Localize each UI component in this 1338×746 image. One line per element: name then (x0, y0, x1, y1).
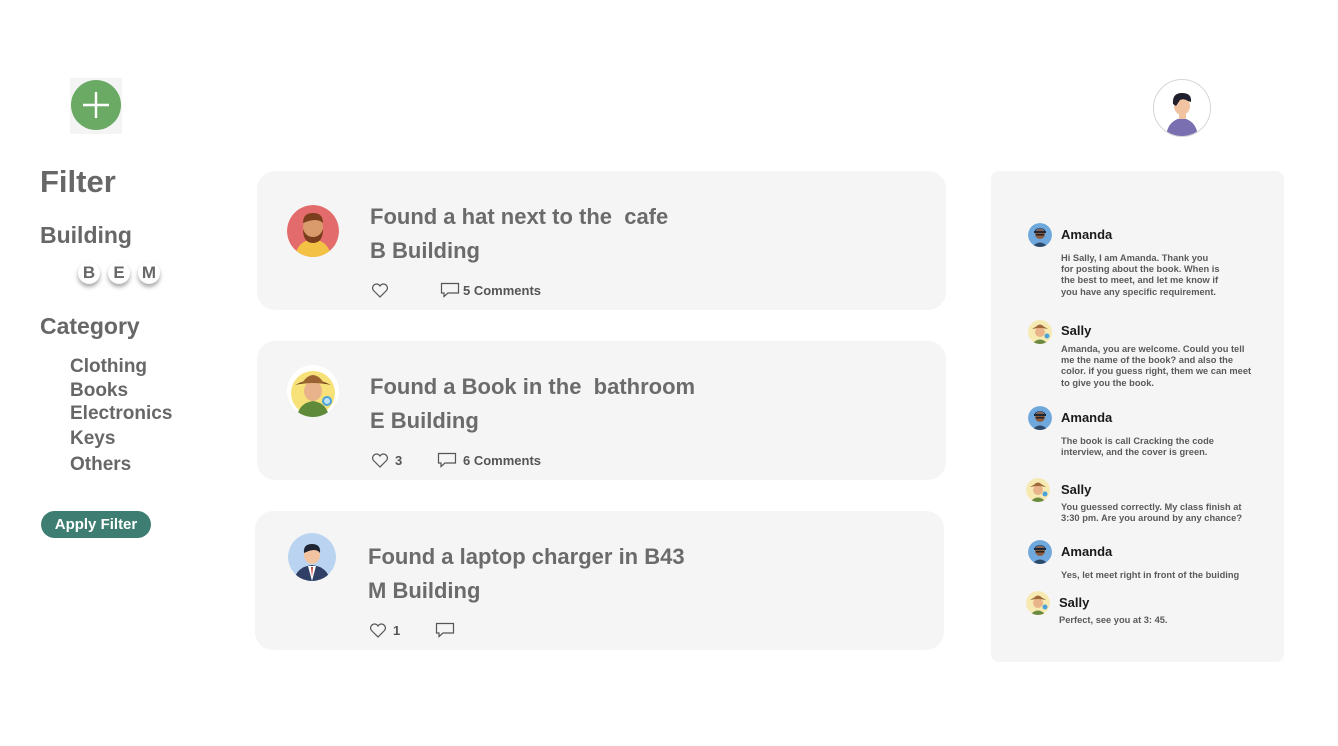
building-chip-m[interactable]: M (138, 262, 160, 284)
building-chip-b[interactable]: B (78, 262, 100, 284)
man-beard-avatar-icon (287, 205, 339, 257)
post-building: E Building (370, 408, 479, 433)
message-sender: Sally (1061, 482, 1092, 497)
sally-avatar-icon (1026, 591, 1050, 615)
post-title[interactable]: Found a hat next to the cafe (370, 204, 668, 230)
sally-avatar-icon (1028, 320, 1052, 344)
comment-count: 5 Comments (463, 282, 542, 298)
man-suit-avatar-icon (288, 533, 336, 581)
apply-filter-button[interactable]: Apply Filter (41, 511, 151, 538)
comments-button[interactable]: 6 Comments (437, 451, 541, 469)
comment-icon (437, 452, 457, 468)
comment-icon (435, 622, 455, 638)
filter-title: Filter (40, 164, 116, 199)
category-item-books[interactable]: Books (70, 380, 128, 402)
message-sender: Amanda (1061, 544, 1113, 559)
message-text: Perfect, see you at 3: 45. (1059, 615, 1168, 625)
message-text: Amanda, you are welcome. Could you tell … (1061, 344, 1252, 388)
category-section-title: Category (40, 313, 140, 339)
heart-icon (372, 452, 388, 468)
building-section-title: Building (40, 222, 132, 248)
comments-button[interactable] (435, 621, 458, 639)
message-sender: Amanda (1061, 227, 1113, 242)
category-item-others[interactable]: Others (70, 454, 131, 476)
post-card[interactable]: Found a Book in the bathroom E Building … (257, 341, 946, 480)
add-post-button[interactable] (71, 80, 121, 130)
category-item-electronics[interactable]: Electronics (70, 403, 172, 425)
message-sender: Sally (1061, 323, 1092, 338)
message-sender: Sally (1059, 595, 1090, 610)
like-count: 1 (393, 622, 401, 638)
chat-panel: Amanda Hi Sally, I am Amanda. Thank you … (991, 171, 1284, 662)
post-title[interactable]: Found a laptop charger in B43 (368, 544, 685, 570)
amanda-avatar-icon (1028, 540, 1052, 564)
amanda-avatar-icon (1028, 223, 1052, 247)
comments-button[interactable]: 5 Comments (440, 281, 541, 299)
post-building: M Building (368, 578, 481, 603)
comment-count: 6 Comments (463, 452, 542, 468)
sally-avatar-icon (1026, 478, 1050, 502)
message-sender: Amanda (1061, 410, 1113, 425)
category-item-clothing[interactable]: Clothing (70, 356, 147, 378)
post-building: B Building (370, 238, 480, 263)
message-text: You guessed correctly. My class finish a… (1061, 502, 1242, 524)
post-card[interactable]: Found a laptop charger in B43 M Building… (255, 511, 944, 650)
post-card[interactable]: Found a hat next to the cafe B Building … (257, 171, 946, 310)
post-title[interactable]: Found a Book in the bathroom (370, 374, 695, 400)
plus-icon (83, 92, 109, 118)
message-text: The book is call Cracking the code inter… (1061, 436, 1214, 458)
message-text: Hi Sally, I am Amanda. Thank you for pos… (1061, 253, 1220, 297)
like-button[interactable]: 3 (372, 451, 402, 469)
user-avatar-icon (1166, 93, 1198, 136)
building-chip-e[interactable]: E (108, 262, 130, 284)
heart-icon (370, 622, 386, 638)
like-button[interactable]: 1 (370, 621, 400, 639)
comment-icon (440, 282, 460, 298)
category-item-keys[interactable]: Keys (70, 428, 115, 450)
message-text: Yes, let meet right in front of the buid… (1061, 570, 1240, 580)
like-count: 3 (395, 452, 403, 468)
like-button[interactable] (372, 281, 395, 299)
profile-avatar[interactable] (1153, 79, 1211, 137)
amanda-avatar-icon (1028, 406, 1052, 430)
heart-icon (372, 282, 388, 298)
woman-hat-avatar-icon (287, 365, 339, 417)
